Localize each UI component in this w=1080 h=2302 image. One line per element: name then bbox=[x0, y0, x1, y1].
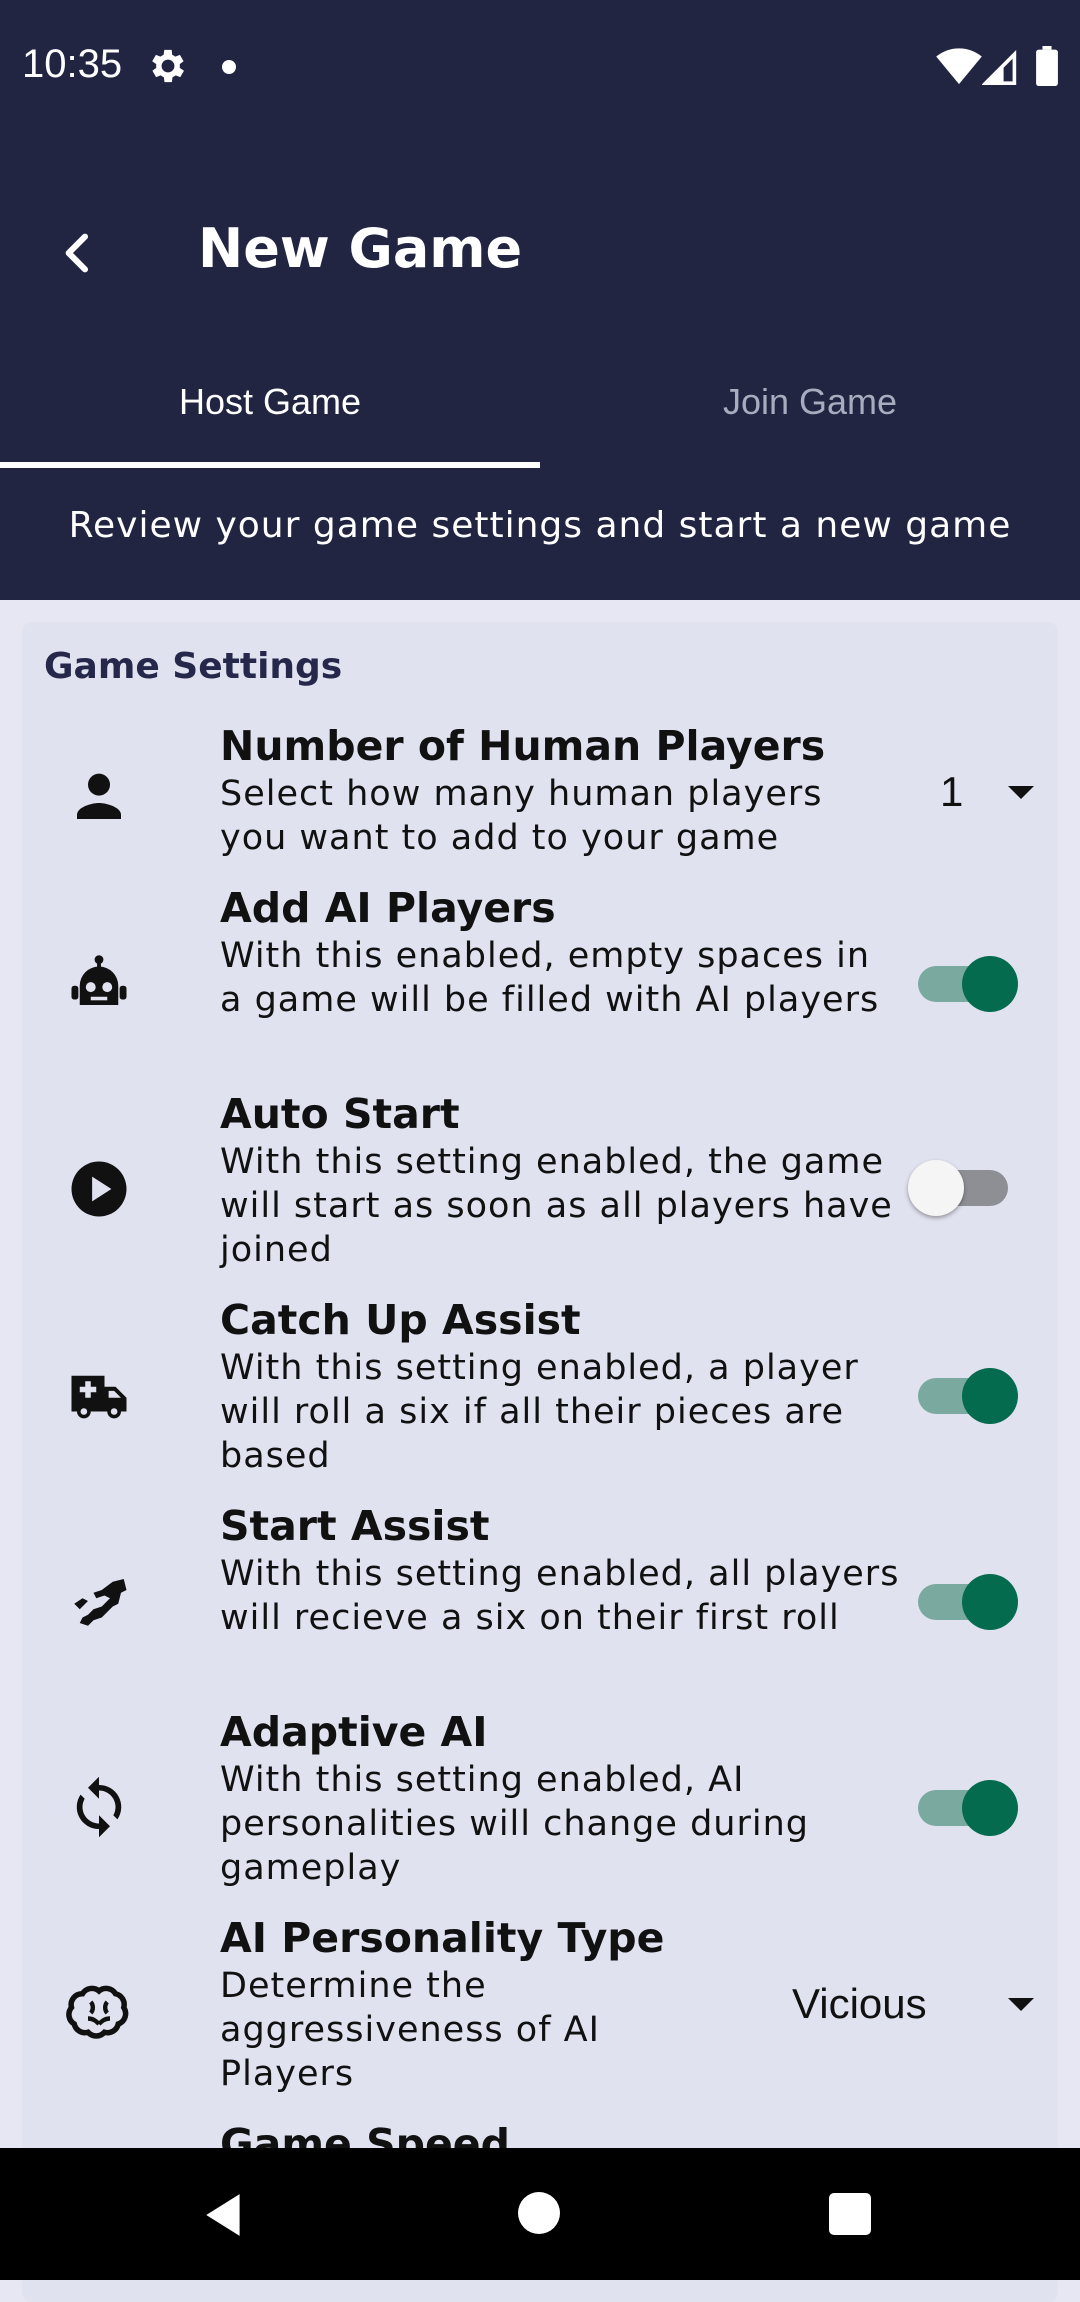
wifi-icon bbox=[936, 48, 982, 85]
add-ai-players-toggle[interactable] bbox=[908, 954, 1018, 1014]
setting-title: AI Personality Type bbox=[220, 1914, 665, 1962]
setting-description: With this setting enabled, a player will… bbox=[220, 1348, 859, 1476]
setting-description: Determine the aggressiveness of AI Playe… bbox=[220, 1966, 600, 2094]
setting-title: Auto Start bbox=[220, 1090, 460, 1138]
setting-description: With this setting enabled, AI personalit… bbox=[220, 1760, 809, 1888]
navigation-bar bbox=[0, 2148, 1080, 2280]
gear-icon bbox=[152, 49, 184, 83]
handshake-icon bbox=[74, 1579, 127, 1626]
setting-title: Start Assist bbox=[220, 1502, 490, 1550]
page-subtitle: Review your game settings and start a ne… bbox=[68, 505, 1012, 546]
robot-icon bbox=[71, 955, 127, 1005]
dropdown-value: 1 bbox=[940, 768, 964, 815]
tab-join-game[interactable]: Join Game bbox=[540, 367, 1080, 467]
adaptive-ai-toggle[interactable] bbox=[908, 1778, 1018, 1838]
chevron-left-icon[interactable] bbox=[50, 225, 106, 281]
nav-recents-icon[interactable] bbox=[829, 2193, 871, 2235]
notification-dot-icon bbox=[222, 60, 236, 74]
person-icon bbox=[77, 773, 121, 819]
setting-description: Select how many human players you want t… bbox=[220, 774, 823, 858]
toggle-thumb bbox=[962, 1780, 1018, 1836]
signal-icon bbox=[982, 50, 1017, 85]
brain-icon bbox=[66, 1985, 129, 2039]
tab-host-game[interactable]: Host Game bbox=[0, 367, 540, 467]
battery-icon bbox=[1036, 46, 1058, 86]
setting-title: Number of Human Players bbox=[220, 722, 826, 770]
card-title: Game Settings bbox=[44, 646, 343, 687]
app-bar: New Game Host Game Join Game Review your… bbox=[0, 135, 1080, 600]
setting-description: With this setting enabled, the game will… bbox=[220, 1142, 893, 1270]
status-time: 10:35 bbox=[22, 42, 123, 86]
catch-up-assist-toggle[interactable] bbox=[908, 1366, 1018, 1426]
setting-title: Add AI Players bbox=[220, 884, 556, 932]
toggle-thumb bbox=[962, 956, 1018, 1012]
setting-description: With this setting enabled, all players w… bbox=[220, 1554, 900, 1638]
sync-icon bbox=[76, 1776, 122, 1838]
auto-start-toggle[interactable] bbox=[908, 1158, 1018, 1218]
dropdown-value: Vicious bbox=[792, 1980, 927, 2027]
setting-description: With this enabled, empty spaces in a gam… bbox=[220, 936, 880, 1020]
nav-home-icon[interactable] bbox=[518, 2192, 560, 2234]
caret-down-icon bbox=[1008, 786, 1034, 799]
tab-indicator bbox=[0, 462, 540, 468]
page-title: New Game bbox=[198, 217, 523, 280]
ai-personality-dropdown[interactable]: Vicious bbox=[782, 1964, 1052, 2044]
start-assist-toggle[interactable] bbox=[908, 1572, 1018, 1632]
play-circle-icon bbox=[71, 1161, 127, 1217]
game-settings-card: Game Settings Number of Human Players Se… bbox=[22, 622, 1058, 2302]
setting-title: Catch Up Assist bbox=[220, 1296, 581, 1344]
toggle-thumb bbox=[962, 1574, 1018, 1630]
status-bar: 10:35 bbox=[0, 0, 1080, 135]
human-players-dropdown[interactable]: 1 bbox=[922, 752, 1052, 832]
nav-back-icon[interactable] bbox=[200, 2190, 250, 2240]
toggle-thumb bbox=[962, 1368, 1018, 1424]
toggle-thumb bbox=[908, 1160, 964, 1216]
ambulance-icon bbox=[71, 1375, 127, 1419]
caret-down-icon bbox=[1008, 1998, 1034, 2011]
setting-title: Adaptive AI bbox=[220, 1708, 488, 1756]
